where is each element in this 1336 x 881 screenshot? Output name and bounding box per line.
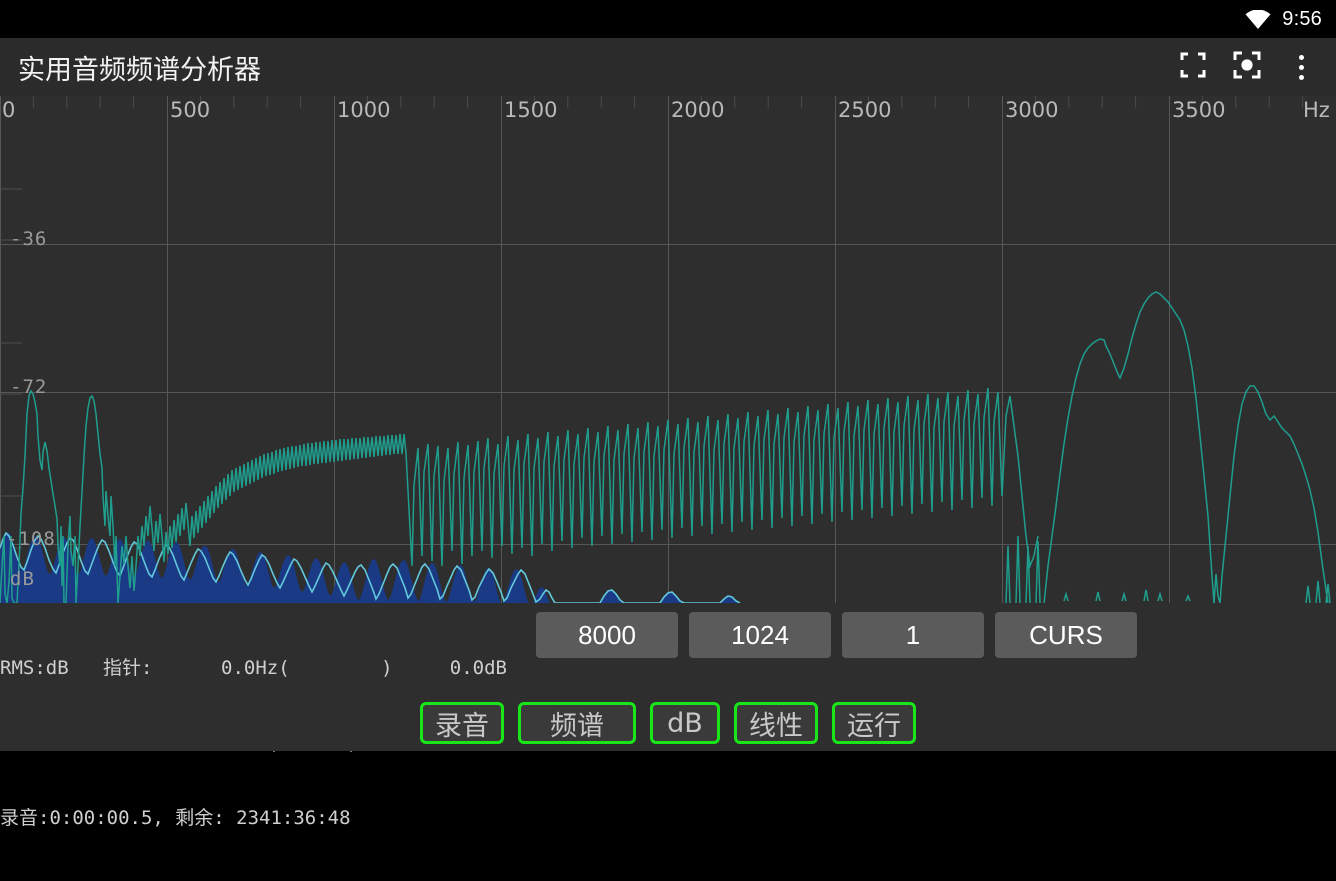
status-bar-right: 9:56 <box>1245 8 1336 31</box>
fullscreen-icon <box>1180 52 1206 83</box>
spectrum-plot[interactable]: 0 500 1000 1500 2000 2500 3000 3500 Hz -… <box>0 96 1336 603</box>
app-bar: 实用音频频谱分析器 <box>0 38 1336 96</box>
record-button[interactable]: 录音 <box>420 702 504 744</box>
x-tick-label: 3000 <box>1005 98 1059 122</box>
y-tick-label: -36 <box>10 228 48 250</box>
android-status-bar: 9:56 <box>0 0 1336 38</box>
x-major-gridlines <box>0 96 1170 603</box>
status-bar-clock: 9:56 <box>1282 7 1322 30</box>
wifi-icon <box>1245 9 1271 29</box>
x-axis-unit-label: Hz <box>1303 98 1330 122</box>
spectrum-analyzer-app: 9:56 实用音频频谱分析器 0 500 1000 1500 2000 2500… <box>0 0 1336 829</box>
x-tick-label: 2000 <box>671 98 725 122</box>
overflow-menu-icon <box>1298 54 1304 80</box>
app-title: 实用音频频谱分析器 <box>18 54 261 86</box>
run-button[interactable]: 运行 <box>832 702 916 744</box>
x-tick-label: 0 <box>2 98 16 122</box>
parameter-buttons: 8000 1024 1 CURS <box>536 612 1137 658</box>
readout-line-3: 录音:0:00:00.5, 剩余: 2341:36:48 <box>0 807 351 829</box>
app-bar-actions <box>1166 40 1336 94</box>
x-tick-label: 2500 <box>838 98 892 122</box>
focus-icon <box>1233 51 1261 84</box>
y-tick-label: -108 <box>6 528 56 550</box>
fft-length-button[interactable]: 1024 <box>689 612 831 658</box>
spectrum-canvas <box>0 96 1336 603</box>
spectrum-button[interactable]: 频谱 <box>518 702 636 744</box>
x-tick-label: 1000 <box>337 98 391 122</box>
cursor-button[interactable]: CURS <box>995 612 1137 658</box>
focus-center-button[interactable] <box>1220 40 1274 94</box>
fullscreen-button[interactable] <box>1166 40 1220 94</box>
average-button[interactable]: 1 <box>842 612 984 658</box>
linear-scale-button[interactable]: 线性 <box>734 702 818 744</box>
x-tick-label: 500 <box>170 98 211 122</box>
x-tick-label: 1500 <box>504 98 558 122</box>
info-panel: RMS:dB 指针: 0.0Hz( ) 0.0dB -83.8 峰值: 149.… <box>0 603 1336 829</box>
sample-rate-button[interactable]: 8000 <box>536 612 678 658</box>
db-scale-button[interactable]: dB <box>650 702 720 744</box>
y-axis-unit-label: dB <box>10 568 35 590</box>
y-tick-label: -72 <box>10 376 48 398</box>
x-tick-label: 3500 <box>1172 98 1226 122</box>
mode-button-bar: 录音 频谱 dB 线性 运行 <box>0 695 1336 751</box>
overflow-menu-button[interactable] <box>1274 40 1328 94</box>
readout-line-1: RMS:dB 指针: 0.0Hz( ) 0.0dB <box>0 657 507 679</box>
